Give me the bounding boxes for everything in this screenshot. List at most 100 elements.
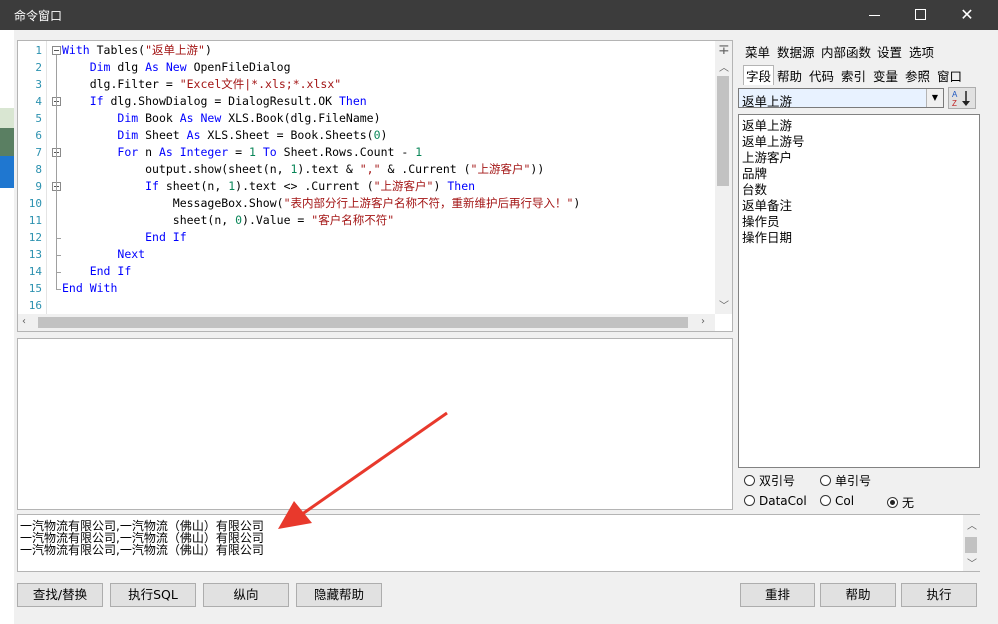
line-number: 10 [28, 197, 42, 210]
execute-button[interactable]: 执行 [901, 583, 977, 607]
code-line[interactable]: sheet(n, 0).Value = "客户名称不符" [62, 212, 394, 229]
find-replace-button[interactable]: 查找/替换 [17, 583, 103, 607]
vertical-button[interactable]: 纵向 [203, 583, 289, 607]
scroll-left-icon[interactable]: ‹ [22, 316, 26, 327]
radio-single-quote[interactable]: 单引号 [820, 472, 871, 489]
scroll-up-icon[interactable]: ︿ [719, 59, 729, 74]
sort-az-icon: A Z [952, 90, 970, 108]
output-scrollbar[interactable]: ︿ ﹀ [963, 515, 980, 571]
svg-text:A: A [952, 90, 958, 99]
line-number: 14 [28, 265, 42, 278]
split-icon[interactable]: ∓ [718, 42, 730, 58]
tab-settings[interactable]: 设置 [877, 42, 902, 61]
line-number: 7 [35, 146, 42, 159]
list-item[interactable]: 上游客户 [742, 150, 792, 165]
line-number: 16 [28, 299, 42, 312]
chevron-down-icon[interactable]: ▼ [926, 89, 943, 107]
svg-text:Z: Z [952, 99, 957, 108]
sort-az-button[interactable]: A Z [948, 87, 976, 109]
code-line[interactable]: MessageBox.Show("表内部分行上游客户名称不符，重新维护后再行导入… [62, 195, 581, 212]
list-item[interactable]: 返单上游号 [742, 134, 805, 149]
title-bar[interactable]: 命令窗口 ✕ [0, 0, 998, 30]
tab-window[interactable]: 窗口 [937, 66, 962, 85]
code-line[interactable]: Dim Sheet As XLS.Sheet = Book.Sheets(0) [62, 127, 387, 144]
list-item[interactable]: 返单上游 [742, 118, 792, 133]
list-item[interactable]: 操作日期 [742, 230, 792, 245]
close-icon: ✕ [960, 5, 974, 24]
tab-code[interactable]: 代码 [809, 66, 834, 85]
scroll-down-icon[interactable]: ﹀ [967, 555, 977, 570]
help-button[interactable]: 帮助 [820, 583, 896, 607]
window-title: 命令窗口 [14, 9, 63, 23]
tab-fields[interactable]: 字段 [743, 65, 775, 85]
radio-none[interactable]: 无 [887, 494, 914, 511]
minimize-button[interactable] [852, 0, 898, 30]
maximize-button[interactable] [898, 0, 944, 30]
list-item[interactable]: 品牌 [742, 166, 767, 181]
radio-label: DataCol [759, 494, 807, 508]
close-button[interactable]: ✕ [944, 0, 990, 30]
tab-menu[interactable]: 菜单 [745, 42, 770, 61]
tab-index[interactable]: 索引 [841, 66, 866, 85]
hide-help-button[interactable]: 隐藏帮助 [296, 583, 382, 607]
code-line[interactable]: End With [62, 280, 117, 297]
fold-end [56, 255, 61, 256]
code-line[interactable]: dlg.Filter = "Excel文件|*.xls;*.xlsx" [62, 76, 342, 93]
field-list[interactable]: 返单上游 返单上游号 上游客户 品牌 台数 返单备注 操作员 操作日期 [738, 114, 980, 468]
line-number: 12 [28, 231, 42, 244]
annotation-arrow-icon [278, 411, 448, 529]
editor-hscroll-thumb[interactable] [38, 317, 688, 328]
tab-reference[interactable]: 参照 [905, 66, 930, 85]
radio-label: 双引号 [759, 474, 796, 488]
scroll-down-icon[interactable]: ﹀ [719, 297, 729, 312]
radio-circle-icon [820, 495, 831, 506]
code-line[interactable]: If sheet(n, 1).text <> .Current ("上游客户")… [62, 178, 475, 195]
list-item[interactable]: 操作员 [742, 214, 780, 229]
code-line[interactable]: If dlg.ShowDialog = DialogResult.OK Then [62, 93, 367, 110]
radio-datacol[interactable]: DataCol [744, 494, 807, 508]
code-line[interactable]: End If [62, 229, 187, 246]
fold-end [56, 289, 61, 290]
line-number: 15 [28, 282, 42, 295]
tab-help[interactable]: 帮助 [777, 66, 802, 85]
code-line[interactable]: With Tables("返单上游") [62, 42, 212, 59]
code-line[interactable]: Next [62, 246, 145, 263]
scroll-up-icon[interactable]: ︿ [967, 517, 977, 532]
code-line[interactable]: Dim Book As New XLS.Book(dlg.FileName) [62, 110, 380, 127]
output-panel[interactable]: 一汽物流有限公司,一汽物流（佛山）有限公司 一汽物流有限公司,一汽物流（佛山）有… [17, 514, 980, 572]
radio-circle-icon [744, 495, 755, 506]
radio-selected-icon [887, 497, 898, 508]
editor-horizontal-scrollbar[interactable]: ‹ › [18, 314, 715, 331]
radio-double-quote[interactable]: 双引号 [744, 472, 795, 489]
rearrange-button[interactable]: 重排 [740, 583, 815, 607]
editor-vscroll-thumb[interactable] [717, 76, 729, 186]
line-number: 8 [35, 163, 42, 176]
line-number: 11 [28, 214, 42, 227]
output-scroll-thumb[interactable] [965, 537, 977, 553]
tab-datasource[interactable]: 数据源 [777, 42, 815, 61]
tab-options[interactable]: 选项 [909, 42, 934, 61]
radio-circle-icon [820, 475, 831, 486]
editor-vertical-scrollbar[interactable]: ∓ ︿ ﹀ [715, 41, 732, 314]
radio-circle-icon [744, 475, 755, 486]
exec-sql-button[interactable]: 执行SQL [110, 583, 196, 607]
tab-builtin-functions[interactable]: 内部函数 [821, 42, 871, 61]
code-editor[interactable]: 1 2 3 4 5 6 7 8 9 10 11 12 13 14 15 16 With Tables("返单上… [17, 40, 733, 332]
line-number-gutter: 1 2 3 4 5 6 7 8 9 10 11 12 13 14 15 16 [18, 41, 47, 314]
maximize-icon [915, 9, 926, 20]
code-line[interactable]: output.show(sheet(n, 1).text & "," & .Cu… [62, 161, 544, 178]
scroll-right-icon[interactable]: › [701, 316, 705, 327]
line-number: 9 [35, 180, 42, 193]
table-select-value: 返单上游 [742, 94, 793, 109]
code-line[interactable]: End If [62, 263, 132, 280]
code-line[interactable]: Dim dlg As New OpenFileDialog [62, 59, 291, 76]
tab-variables[interactable]: 变量 [873, 66, 898, 85]
list-item[interactable]: 台数 [742, 182, 767, 197]
table-select[interactable]: 返单上游 ▼ [738, 88, 944, 109]
radio-label: 单引号 [835, 474, 872, 488]
collapse-icon[interactable] [52, 46, 61, 55]
command-window: 命令窗口 ✕ 1 2 3 4 5 6 7 8 9 10 11 12 13 14 15 16 With Tabl… [0, 0, 998, 624]
list-item[interactable]: 返单备注 [742, 198, 792, 213]
code-line[interactable]: For n As Integer = 1 To Sheet.Rows.Count… [62, 144, 422, 161]
radio-col[interactable]: Col [820, 494, 854, 508]
